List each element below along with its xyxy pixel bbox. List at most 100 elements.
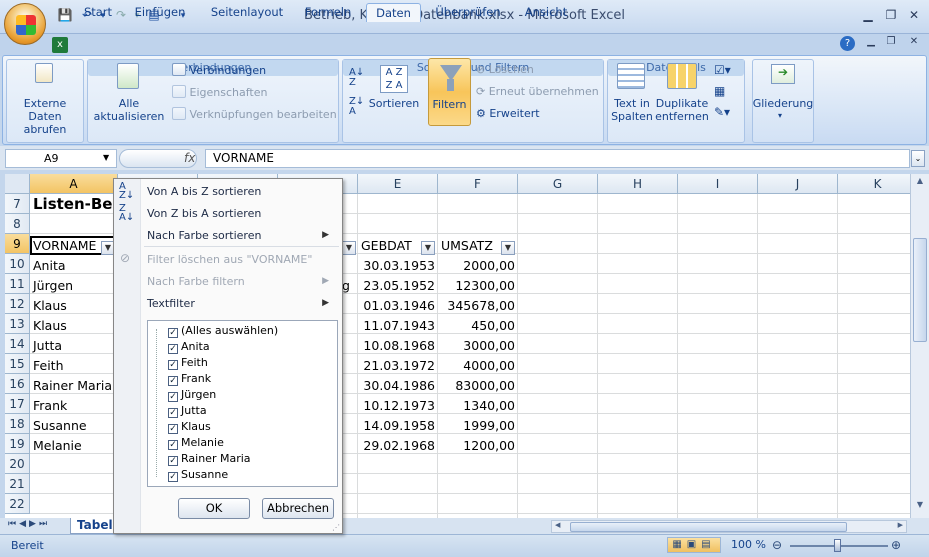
- cell[interactable]: g: [342, 276, 356, 296]
- maximize-icon[interactable]: ❐: [881, 8, 901, 24]
- view-buttons[interactable]: ▦▣▤: [667, 537, 721, 553]
- row-header[interactable]: 19: [5, 434, 30, 454]
- name-cell[interactable]: Frank: [33, 396, 119, 416]
- external-data-button[interactable]: Externe Daten abrufen: [6, 97, 84, 136]
- office-button[interactable]: [4, 3, 46, 45]
- edit-links-button[interactable]: Verknüpfungen bearbeiten: [172, 107, 337, 121]
- checkbox-checked-icon[interactable]: ✓: [168, 424, 178, 434]
- vertical-scrollbar[interactable]: ▲ ▼: [910, 174, 929, 518]
- help-icon[interactable]: ?: [840, 36, 855, 51]
- name-cell[interactable]: Anita: [33, 256, 119, 276]
- date-cell[interactable]: 23.05.1952: [358, 276, 438, 296]
- column-header[interactable]: A: [30, 174, 118, 194]
- amount-cell[interactable]: 4000,00: [438, 356, 518, 376]
- filter-checkbox-item[interactable]: ✓ Klaus: [168, 419, 211, 435]
- tab-start[interactable]: Start: [80, 3, 116, 22]
- date-cell[interactable]: 01.03.1946: [358, 296, 438, 316]
- name-cell[interactable]: Melanie: [33, 436, 119, 456]
- amount-cell[interactable]: 345678,00: [438, 296, 518, 316]
- sort-az-small-icon[interactable]: A↓ Z: [349, 68, 364, 88]
- checkbox-checked-icon[interactable]: ✓: [168, 456, 178, 466]
- filter-checkbox-item[interactable]: ✓ Frank: [168, 371, 211, 387]
- row-header[interactable]: 17: [5, 394, 30, 414]
- menu-sort-az[interactable]: Von A bis Z sortieren: [147, 185, 261, 198]
- name-cell[interactable]: Rainer Maria: [33, 376, 119, 396]
- outline-dropdown-icon[interactable]: ▾: [778, 111, 782, 120]
- scroll-right-icon[interactable]: ▶: [898, 521, 903, 529]
- consolidate-icon[interactable]: ▦: [714, 84, 725, 98]
- sheet-tab[interactable]: Tabelle: [70, 518, 115, 534]
- doc-close-icon[interactable]: ✕: [904, 36, 924, 52]
- title-cell[interactable]: Listen-Ber: [33, 194, 123, 214]
- doc-restore-icon[interactable]: ❐: [881, 36, 901, 52]
- remove-duplicates-button[interactable]: Duplikate entfernen: [655, 97, 709, 123]
- filter-checkbox-item[interactable]: ✓ Jutta: [168, 403, 207, 419]
- name-cell[interactable]: Jutta: [33, 336, 119, 356]
- row-header[interactable]: 7: [5, 194, 30, 214]
- column-header[interactable]: H: [598, 174, 678, 194]
- date-cell[interactable]: 30.03.1953: [358, 256, 438, 276]
- amount-cell[interactable]: 83000,00: [438, 376, 518, 396]
- date-cell[interactable]: 21.03.1972: [358, 356, 438, 376]
- select-all-corner[interactable]: [5, 174, 30, 194]
- hscroll-thumb[interactable]: [570, 522, 847, 532]
- name-box-dropdown-icon[interactable]: ▼: [103, 153, 109, 162]
- menu-text-filter[interactable]: Textfilter ▶: [147, 297, 337, 310]
- filter-checkbox-item[interactable]: ✓ (Alles auswählen): [168, 323, 278, 339]
- clear-filter-button[interactable]: ⊘ Löschen: [476, 63, 534, 76]
- text-to-columns-button[interactable]: Text in Spalten: [609, 97, 655, 123]
- amount-cell[interactable]: 1200,00: [438, 436, 518, 456]
- filter-checkbox-item[interactable]: ✓ Jürgen: [168, 387, 216, 403]
- date-cell[interactable]: 11.07.1943: [358, 316, 438, 336]
- amount-cell[interactable]: 450,00: [438, 316, 518, 336]
- sort-za-small-icon[interactable]: Z↓ A: [349, 97, 364, 117]
- amount-cell[interactable]: 1340,00: [438, 396, 518, 416]
- tab-ueberpruefen[interactable]: Überprüfen: [433, 3, 503, 22]
- autofilter-menu[interactable]: A Z↓ Von A bis Z sortieren Z A↓ Von Z bis …: [113, 178, 343, 534]
- amount-cell[interactable]: 1999,00: [438, 416, 518, 436]
- date-cell[interactable]: 10.12.1973: [358, 396, 438, 416]
- row-header[interactable]: 16: [5, 374, 30, 394]
- scroll-thumb[interactable]: [913, 238, 927, 342]
- what-if-icon[interactable]: ✎▾: [714, 105, 730, 119]
- checkbox-checked-icon[interactable]: ✓: [168, 376, 178, 386]
- row-header[interactable]: 10: [5, 254, 30, 274]
- checkbox-checked-icon[interactable]: ✓: [168, 392, 178, 402]
- zoom-slider-thumb[interactable]: [834, 539, 841, 552]
- row-header[interactable]: 20: [5, 454, 30, 474]
- tab-einfuegen[interactable]: Einfügen: [131, 3, 189, 22]
- row-header[interactable]: 14: [5, 334, 30, 354]
- checkbox-checked-icon[interactable]: ✓: [168, 440, 178, 450]
- data-validation-icon[interactable]: ☑▾: [714, 63, 731, 77]
- checkbox-checked-icon[interactable]: ✓: [168, 472, 178, 482]
- name-cell[interactable]: Feith: [33, 356, 119, 376]
- zoom-level[interactable]: 100 %: [731, 538, 766, 551]
- row-header[interactable]: 21: [5, 474, 30, 494]
- cancel-button[interactable]: Abbrechen: [262, 498, 334, 519]
- amount-cell[interactable]: 2000,00: [438, 256, 518, 276]
- properties-button[interactable]: Eigenschaften: [172, 85, 267, 99]
- horizontal-scrollbar[interactable]: ◀ ▶: [551, 520, 907, 533]
- checkbox-checked-icon[interactable]: ✓: [168, 360, 178, 370]
- filter-dropdown-d[interactable]: ▼: [342, 241, 356, 255]
- scroll-left-icon[interactable]: ◀: [555, 521, 560, 529]
- header-cell[interactable]: UMSATZ: [441, 236, 501, 256]
- tab-daten[interactable]: Daten: [366, 3, 421, 22]
- name-cell[interactable]: Jürgen: [33, 276, 119, 296]
- connections-button[interactable]: Verbindungen: [172, 63, 266, 77]
- filter-dropdown-f[interactable]: ▼: [501, 241, 515, 255]
- zoom-in-icon[interactable]: ⊕: [891, 538, 901, 552]
- close-icon[interactable]: ✕: [904, 8, 924, 24]
- filter-dropdown-e[interactable]: ▼: [421, 241, 435, 255]
- refresh-all-button[interactable]: Alle aktualisieren: [88, 97, 170, 123]
- filter-checkbox-item[interactable]: ✓ Feith: [168, 355, 208, 371]
- column-header[interactable]: F: [438, 174, 518, 194]
- sheet-nav-icon[interactable]: ⏮◀▶⏭: [8, 519, 50, 529]
- date-cell[interactable]: 14.09.1958: [358, 416, 438, 436]
- resize-grip-icon[interactable]: ⋰: [332, 523, 340, 532]
- column-header[interactable]: K: [838, 174, 910, 194]
- minimize-icon[interactable]: ▁: [858, 8, 878, 24]
- advanced-button[interactable]: ⚙ Erweitert: [476, 107, 540, 120]
- date-cell[interactable]: 29.02.1968: [358, 436, 438, 456]
- amount-cell[interactable]: 3000,00: [438, 336, 518, 356]
